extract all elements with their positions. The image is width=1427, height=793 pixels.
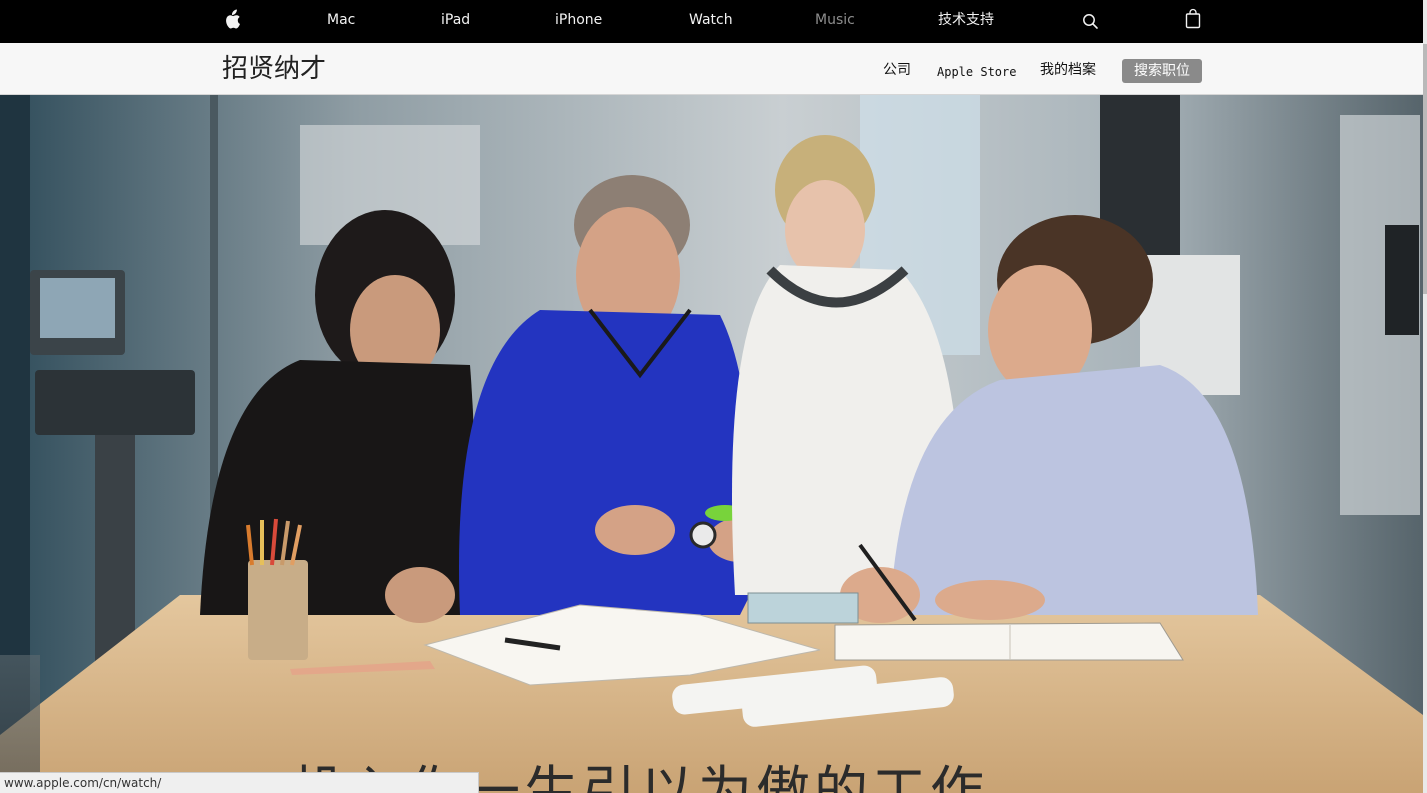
nav-iphone[interactable]: iPhone [555, 0, 602, 43]
bag-icon[interactable] [1185, 0, 1201, 43]
nav-support[interactable]: 技术支持 [938, 0, 994, 43]
subnav-my-profile[interactable]: 我的档案 [1040, 61, 1096, 79]
global-nav: Mac iPad iPhone Watch Music 技术支持 [0, 0, 1427, 43]
scrollbar-thumb[interactable] [1423, 44, 1427, 294]
subnav-apple-store[interactable]: Apple Store [937, 63, 1016, 81]
search-jobs-button[interactable]: 搜索职位 [1122, 59, 1202, 83]
nav-watch[interactable]: Watch [689, 0, 733, 43]
nav-ipad[interactable]: iPad [441, 0, 470, 43]
search-icon[interactable] [1082, 0, 1100, 43]
jobs-title[interactable]: 招贤纳才 [222, 52, 326, 86]
status-bar-url: www.apple.com/cn/watch/ [0, 772, 479, 793]
hero-image [0, 95, 1423, 793]
nav-music[interactable]: Music [815, 0, 855, 43]
jobs-subnav: 招贤纳才 公司 Apple Store 我的档案 搜索职位 [0, 43, 1423, 95]
nav-mac[interactable]: Mac [327, 0, 355, 43]
apple-jobs-page: Mac iPad iPhone Watch Music 技术支持 招贤纳才 公司… [0, 0, 1427, 793]
apple-logo-icon[interactable] [222, 0, 242, 43]
subnav-company[interactable]: 公司 [883, 61, 911, 79]
page-scrollbar[interactable] [1423, 0, 1427, 793]
